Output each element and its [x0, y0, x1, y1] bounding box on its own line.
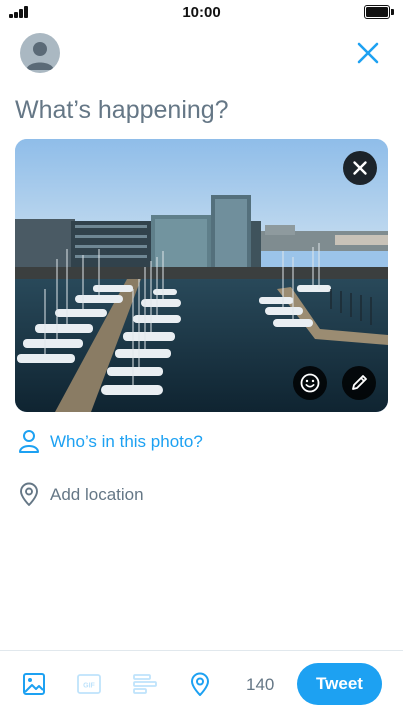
person-icon: [19, 430, 39, 453]
battery-icon: [364, 5, 394, 19]
attached-photo[interactable]: [15, 139, 388, 412]
smiley-icon: [300, 373, 320, 393]
image-icon: [23, 673, 45, 695]
status-time: 10:00: [182, 4, 221, 21]
compose-input[interactable]: [15, 90, 385, 130]
add-gif-button[interactable]: GIF: [75, 670, 103, 698]
poll-icon: [133, 674, 157, 694]
tweet-button[interactable]: Tweet: [297, 663, 382, 705]
marina-photo: [15, 139, 388, 412]
avatar[interactable]: [20, 33, 60, 73]
avatar-silhouette-icon: [26, 42, 54, 70]
character-count: 140: [246, 675, 275, 694]
add-sticker-button[interactable]: [293, 366, 327, 400]
tag-people-label: Who’s in this photo?: [50, 432, 203, 451]
svg-text:GIF: GIF: [83, 683, 95, 690]
toolbar-location-button[interactable]: [186, 670, 214, 698]
status-bar: 10:00: [0, 0, 403, 26]
location-pin-icon: [20, 482, 38, 506]
add-location-link[interactable]: Add location: [15, 480, 175, 508]
add-photo-button[interactable]: [20, 670, 48, 698]
add-location-label: Add location: [50, 485, 144, 504]
tag-people-link[interactable]: Who’s in this photo?: [15, 427, 235, 455]
pencil-icon: [352, 375, 367, 390]
remove-photo-button[interactable]: [343, 151, 377, 185]
location-pin-icon: [191, 672, 209, 696]
close-button[interactable]: [355, 40, 381, 66]
edit-photo-button[interactable]: [342, 366, 376, 400]
close-icon: [353, 161, 367, 175]
add-poll-button[interactable]: [131, 670, 159, 698]
gif-icon: GIF: [77, 674, 101, 694]
close-icon: [357, 42, 379, 64]
compose-toolbar: GIF 140 Tweet: [0, 650, 403, 716]
